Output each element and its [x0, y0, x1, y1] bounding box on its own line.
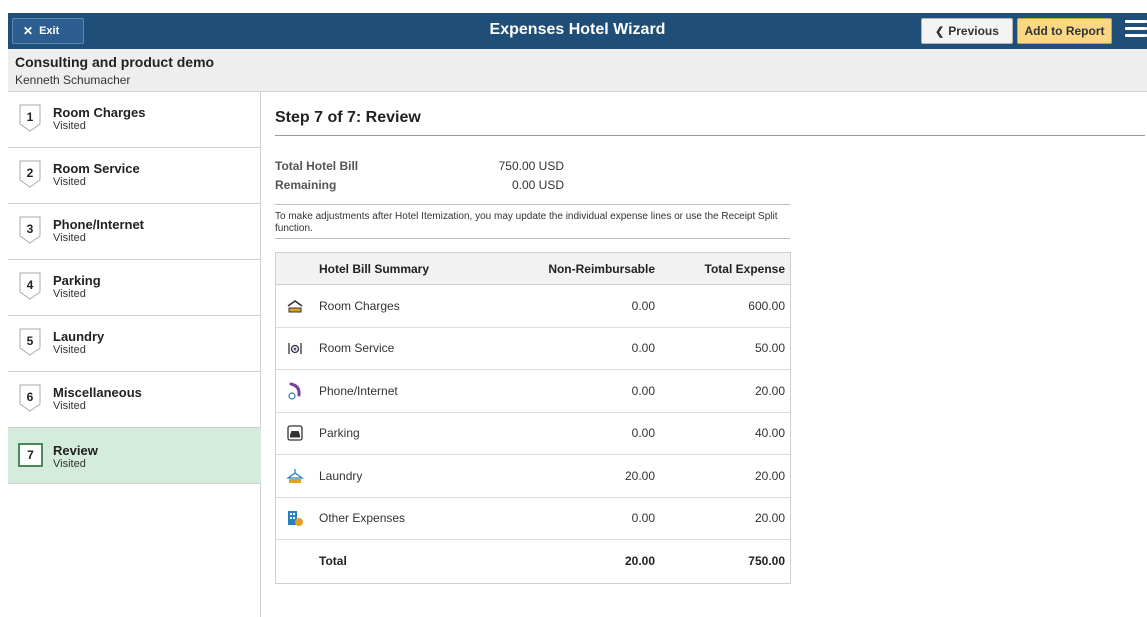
car-icon — [287, 425, 303, 441]
row-label: Other Expenses — [319, 511, 406, 526]
hamburger-menu-icon[interactable] — [1125, 20, 1147, 42]
table-row: Other Expenses 0.00 20.00 — [276, 498, 790, 540]
divider — [275, 238, 790, 239]
col-header-total-expense: Total Expense — [704, 261, 785, 276]
table-row: Room Charges 0.00 600.00 — [276, 285, 790, 328]
step-number: 3 — [26, 222, 34, 236]
step-item-room-service[interactable]: 2 Room Service Visited — [8, 148, 261, 204]
step-status: Visited — [53, 458, 86, 470]
table-total-row: Total 20.00 750.00 — [276, 540, 790, 583]
step-number: 2 — [26, 166, 34, 180]
row-non-reimbursable: 0.00 — [631, 298, 655, 313]
building-icon — [288, 511, 303, 527]
step-status: Visited — [53, 120, 86, 132]
step-title: Review — [53, 443, 98, 458]
table-row: Phone/Internet 0.00 20.00 — [276, 370, 790, 413]
row-total-expense: 20.00 — [754, 468, 785, 483]
exit-button[interactable]: ✕ Exit — [12, 18, 84, 44]
table-row: Room Service 0.00 50.00 — [276, 328, 790, 370]
row-total-expense: 20.00 — [754, 383, 785, 398]
report-header: Consulting and product demo Kenneth Schu… — [8, 49, 1147, 92]
employee-name: Kenneth Schumacher — [15, 73, 131, 87]
row-total-expense: 600.00 — [748, 298, 785, 313]
step-item-room-charges[interactable]: 1 Room Charges Visited — [8, 92, 261, 148]
wizard-steps-nav: 1 Room Charges Visited 2 Room Service Vi… — [8, 92, 261, 617]
step-item-parking[interactable]: 4 Parking Visited — [8, 260, 261, 316]
step-status: Visited — [53, 176, 86, 188]
table-row: Laundry 20.00 20.00 — [276, 455, 790, 498]
chevron-left-icon: ❮ — [935, 25, 945, 38]
row-label: Parking — [319, 426, 360, 441]
total-label: Total — [319, 554, 347, 569]
previous-label: Previous — [948, 24, 999, 38]
row-label: Phone/Internet — [319, 383, 398, 398]
table-row: Parking 0.00 40.00 — [276, 413, 790, 455]
top-banner: ✕ Exit Expenses Hotel Wizard ❮ Previous … — [8, 13, 1147, 49]
step-title: Phone/Internet — [53, 217, 145, 232]
step-number: 4 — [26, 278, 34, 292]
report-title: Consulting and product demo — [15, 54, 215, 70]
row-total-expense: 20.00 — [754, 511, 785, 526]
remaining-label: Remaining — [275, 178, 337, 192]
step-number: 1 — [26, 110, 34, 124]
review-panel: Step 7 of 7: Review Total Hotel Bill 750… — [262, 92, 1147, 617]
row-label: Room Charges — [319, 298, 400, 313]
col-header-summary: Hotel Bill Summary — [319, 261, 430, 276]
total-non-reimbursable: 20.00 — [624, 554, 655, 569]
hanger-icon — [286, 468, 304, 483]
row-non-reimbursable: 20.00 — [624, 468, 655, 483]
itemization-note: To make adjustments after Hotel Itemizat… — [275, 211, 778, 234]
row-total-expense: 50.00 — [754, 341, 785, 356]
total-bill-label: Total Hotel Bill — [275, 159, 359, 173]
previous-button[interactable]: ❮ Previous — [921, 18, 1013, 44]
step-item-phone-internet[interactable]: 3 Phone/Internet Visited — [8, 204, 261, 260]
room-service-icon — [288, 343, 302, 355]
row-label: Laundry — [319, 468, 363, 483]
step-title: Laundry — [53, 329, 105, 344]
row-non-reimbursable: 0.00 — [631, 511, 655, 526]
table-header: Hotel Bill Summary Non-Reimbursable Tota… — [276, 253, 790, 285]
row-non-reimbursable: 0.00 — [631, 383, 655, 398]
total-expense: 750.00 — [748, 554, 785, 569]
row-non-reimbursable: 0.00 — [631, 426, 655, 441]
step-title: Room Charges — [53, 105, 146, 120]
step-status: Visited — [53, 400, 86, 412]
step-item-miscellaneous[interactable]: 6 Miscellaneous Visited — [8, 372, 261, 428]
close-icon: ✕ — [23, 24, 34, 38]
step-heading: Step 7 of 7: Review — [275, 109, 421, 126]
step-status: Visited — [53, 232, 86, 244]
row-non-reimbursable: 0.00 — [631, 341, 655, 356]
step-title: Miscellaneous — [53, 385, 142, 400]
remaining-value: 0.00 USD — [511, 178, 564, 192]
col-header-non-reimbursable: Non-Reimbursable — [548, 261, 655, 276]
step-status: Visited — [53, 344, 86, 356]
divider — [275, 204, 790, 205]
row-total-expense: 40.00 — [754, 426, 785, 441]
step-number: 6 — [26, 390, 34, 404]
bed-icon — [287, 299, 303, 313]
divider — [275, 135, 1145, 136]
row-label: Room Service — [319, 341, 395, 356]
step-item-laundry[interactable]: 5 Laundry Visited — [8, 316, 261, 372]
step-item-review[interactable]: 7 Review Visited — [8, 428, 261, 484]
step-status: Visited — [53, 288, 86, 300]
step-number: 5 — [26, 334, 34, 348]
exit-label: Exit — [39, 25, 60, 37]
hotel-bill-summary-table: Hotel Bill Summary Non-Reimbursable Tota… — [275, 252, 791, 584]
step-title: Room Service — [53, 161, 140, 176]
phone-internet-icon — [288, 382, 301, 400]
step-number: 7 — [18, 443, 43, 467]
total-bill-value: 750.00 USD — [498, 159, 564, 173]
step-title: Parking — [53, 273, 101, 288]
add-to-report-button[interactable]: Add to Report — [1017, 18, 1112, 44]
